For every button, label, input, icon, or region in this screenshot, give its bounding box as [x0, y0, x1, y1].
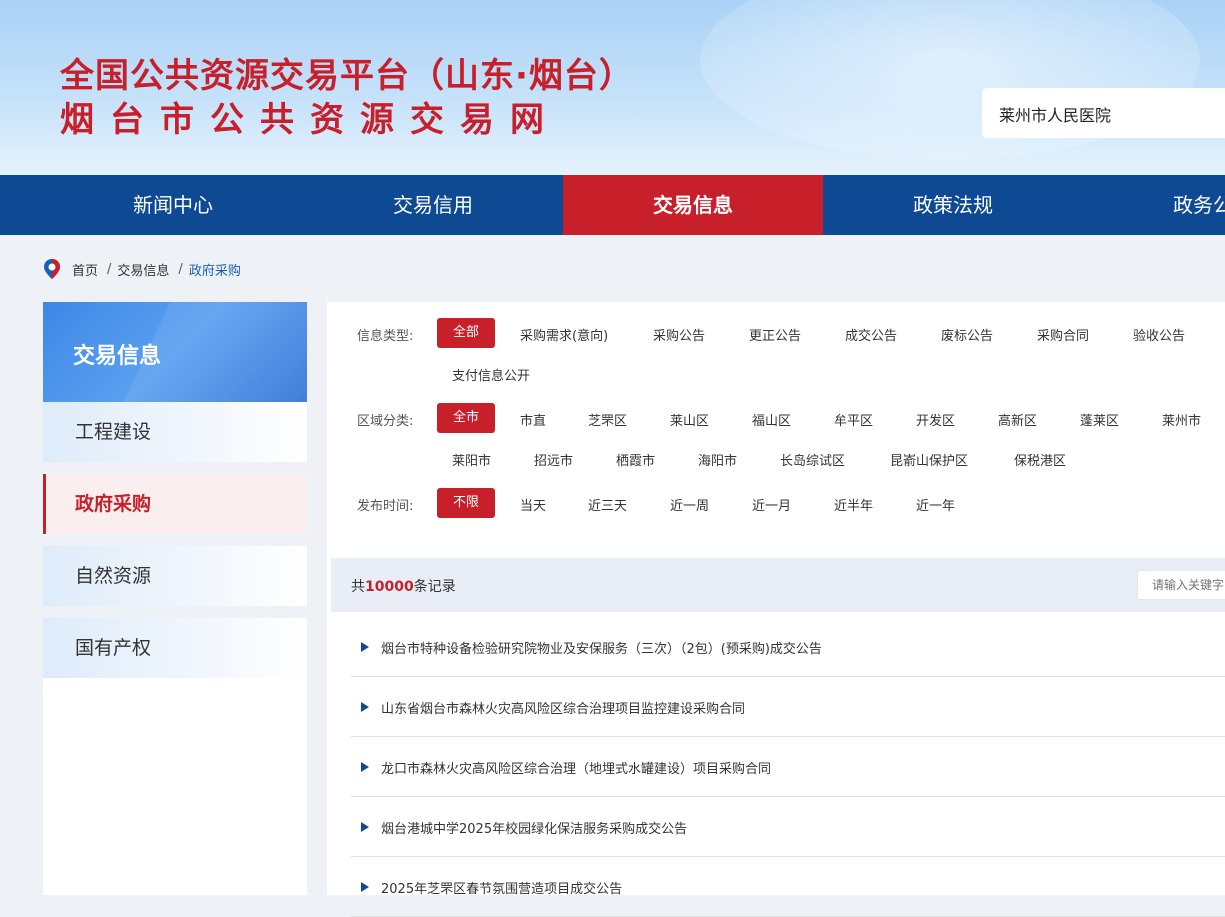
- breadcrumb: 首页 / 交易信息 / 政府采购: [42, 258, 241, 280]
- breadcrumb-trade-info[interactable]: 交易信息: [117, 260, 169, 279]
- breadcrumb-separator: /: [178, 261, 183, 277]
- filter-time-half-year[interactable]: 近半年: [834, 495, 873, 514]
- nav-item-credit[interactable]: 交易信用: [303, 175, 563, 235]
- filter-region-kunyushan[interactable]: 昆嵛山保护区: [890, 450, 968, 469]
- filter-type-notice[interactable]: 采购公告: [653, 325, 705, 344]
- record-count: 共10000条记录: [351, 576, 456, 596]
- site-title-line1: 全国公共资源交易平台（山东·烟台）: [60, 56, 634, 96]
- list-item-title[interactable]: 2025年芝罘区春节氛围营造项目成交公告: [381, 878, 622, 897]
- filter-region-muping[interactable]: 牟平区: [834, 410, 873, 429]
- filter-type-contract[interactable]: 采购合同: [1037, 325, 1089, 344]
- filter-type-correction[interactable]: 更正公告: [749, 325, 801, 344]
- filter-region-gaoxin[interactable]: 高新区: [998, 410, 1037, 429]
- nav-item-gov-affairs[interactable]: 政务公开: [1083, 175, 1225, 235]
- filter-type-deal[interactable]: 成交公告: [845, 325, 897, 344]
- filter-label-time: 发布时间:: [357, 499, 414, 514]
- list-item[interactable]: 烟台港城中学2025年校园绿化保洁服务采购成交公告: [351, 797, 1225, 857]
- site-search-input[interactable]: [997, 88, 1225, 140]
- list-item[interactable]: 烟台市特种设备检验研究院物业及安保服务（三次）（2包）(预采购)成交公告: [351, 617, 1225, 677]
- filter-region-zhifu[interactable]: 芝罘区: [588, 410, 627, 429]
- site-title-line2: 烟台市公共资源交易网: [60, 100, 560, 140]
- keyword-search-input[interactable]: [1137, 570, 1225, 600]
- record-count-prefix: 共: [351, 579, 365, 595]
- site-header: 全国公共资源交易平台（山东·烟台） 烟台市公共资源交易网: [0, 0, 1225, 175]
- filter-label-region: 区域分类:: [357, 414, 414, 429]
- list-item-title[interactable]: 龙口市森林火灾高风险区综合治理（地埋式水罐建设）项目采购合同: [381, 758, 771, 777]
- list-item[interactable]: 山东省烟台市森林火灾高风险区综合治理项目监控建设采购合同: [351, 677, 1225, 737]
- triangle-bullet-icon: [361, 822, 369, 832]
- filter-region-laiyang[interactable]: 莱阳市: [452, 450, 491, 469]
- filter-region-qixia[interactable]: 栖霞市: [616, 450, 655, 469]
- filter-time-any[interactable]: 不限: [437, 488, 495, 518]
- record-count-suffix: 条记录: [413, 579, 456, 595]
- triangle-bullet-icon: [361, 762, 369, 772]
- list-item-title[interactable]: 山东省烟台市森林火灾高风险区综合治理项目监控建设采购合同: [381, 698, 745, 717]
- filter-time-week[interactable]: 近一周: [670, 495, 709, 514]
- breadcrumb-home[interactable]: 首页: [72, 260, 98, 279]
- site-search-box: [982, 88, 1225, 140]
- filter-region-kaifa[interactable]: 开发区: [916, 410, 955, 429]
- filter-type-all[interactable]: 全部: [437, 318, 495, 348]
- nav-item-policy[interactable]: 政策法规: [823, 175, 1083, 235]
- sidebar-background: [43, 678, 307, 895]
- sidebar-item-state-property[interactable]: 国有产权: [43, 618, 307, 678]
- sidebar-item-gov-procurement[interactable]: 政府采购: [43, 474, 307, 534]
- filter-region-fushan[interactable]: 福山区: [752, 410, 791, 429]
- nav-item-trade-info[interactable]: 交易信息: [563, 175, 823, 235]
- sidebar-title: 交易信息: [73, 344, 162, 369]
- filter-region-bonded-port[interactable]: 保税港区: [1014, 450, 1066, 469]
- breadcrumb-current: 政府采购: [188, 263, 241, 279]
- filter-region-laishan[interactable]: 莱山区: [670, 410, 709, 429]
- filter-region-zhaoyuan[interactable]: 招远市: [534, 450, 573, 469]
- filter-region-laizhou[interactable]: 莱州市: [1162, 410, 1201, 429]
- breadcrumb-separator: /: [107, 261, 112, 277]
- list-item-title[interactable]: 烟台市特种设备检验研究院物业及安保服务（三次）（2包）(预采购)成交公告: [381, 638, 822, 657]
- sidebar-item-engineering[interactable]: 工程建设: [43, 402, 307, 462]
- main-panel: 信息类型: 全部 采购需求(意向) 采购公告 更正公告 成交公告 废标公告 采购…: [327, 302, 1225, 917]
- location-pin-icon: [44, 259, 60, 279]
- main-nav: 新闻中心 交易信用 交易信息 政策法规 政务公开: [0, 175, 1225, 235]
- records-bar: 共10000条记录: [331, 558, 1225, 612]
- filter-region-direct[interactable]: 市直: [520, 410, 546, 429]
- list-item[interactable]: 2025年芝罘区春节氛围营造项目成交公告: [351, 857, 1225, 917]
- triangle-bullet-icon: [361, 702, 369, 712]
- filter-type-demand[interactable]: 采购需求(意向): [520, 325, 608, 344]
- record-count-number: 10000: [365, 579, 414, 595]
- triangle-bullet-icon: [361, 882, 369, 892]
- list-item[interactable]: 龙口市森林火灾高风险区综合治理（地埋式水罐建设）项目采购合同: [351, 737, 1225, 797]
- filter-label-type: 信息类型:: [357, 329, 414, 344]
- filter-region-penglai[interactable]: 蓬莱区: [1080, 410, 1119, 429]
- filter-type-acceptance[interactable]: 验收公告: [1133, 325, 1185, 344]
- filter-type-payment[interactable]: 支付信息公开: [452, 365, 530, 384]
- sidebar-item-natural-resources[interactable]: 自然资源: [43, 546, 307, 606]
- filter-time-3days[interactable]: 近三天: [588, 495, 627, 514]
- triangle-bullet-icon: [361, 642, 369, 652]
- filter-region-haiyang[interactable]: 海阳市: [698, 450, 737, 469]
- filter-region-changdao[interactable]: 长岛综试区: [780, 450, 845, 469]
- filter-time-month[interactable]: 近一月: [752, 495, 791, 514]
- list-item-title[interactable]: 烟台港城中学2025年校园绿化保洁服务采购成交公告: [381, 818, 687, 837]
- nav-item-news[interactable]: 新闻中心: [43, 175, 303, 235]
- filter-time-today[interactable]: 当天: [520, 495, 546, 514]
- filter-time-year[interactable]: 近一年: [916, 495, 955, 514]
- sidebar-header: 交易信息: [43, 302, 307, 402]
- filter-type-void[interactable]: 废标公告: [941, 325, 993, 344]
- filter-region-city[interactable]: 全市: [437, 403, 495, 433]
